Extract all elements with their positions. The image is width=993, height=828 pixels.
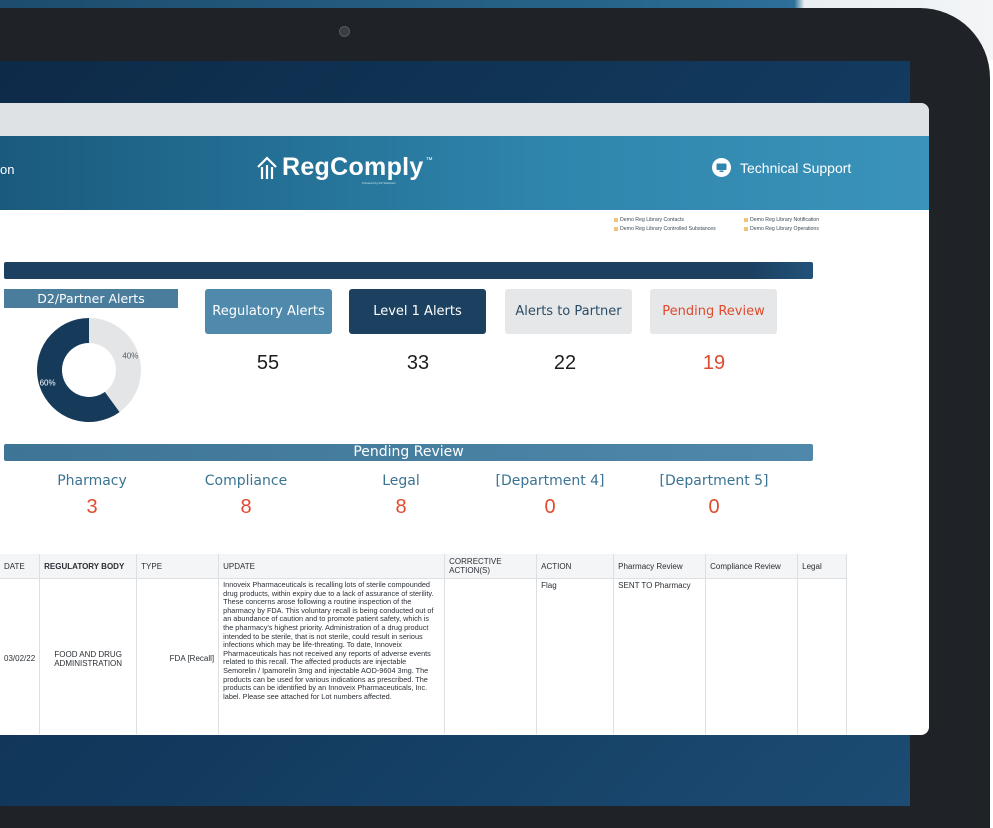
alerts-table-container: DATE REGULATORY BODY TYPE UPDATE CORRECT… bbox=[0, 554, 929, 734]
technical-support-link[interactable]: Technical Support bbox=[712, 158, 851, 177]
pending-review-count: 19 bbox=[702, 352, 726, 374]
column-header[interactable]: UPDATE bbox=[218, 554, 446, 579]
alerts-table: DATE REGULATORY BODY TYPE UPDATE CORRECT… bbox=[0, 554, 848, 734]
table-row[interactable]: 03/02/22 FOOD AND DRUG ADMINISTRATION FD… bbox=[0, 578, 848, 734]
column-header[interactable]: Compliance Review bbox=[705, 554, 799, 579]
technical-support-label: Technical Support bbox=[740, 159, 852, 176]
column-header[interactable]: TYPE bbox=[136, 554, 220, 579]
legend-swatch bbox=[744, 218, 748, 222]
column-header[interactable]: ACTION bbox=[536, 554, 615, 579]
regulatory-alerts-card[interactable]: Regulatory Alerts bbox=[205, 289, 332, 334]
logo-trademark: ™ bbox=[425, 157, 433, 164]
legend-swatch bbox=[744, 227, 748, 231]
legend-item[interactable]: Demo Reg Library Operations bbox=[744, 226, 819, 232]
legend-swatch bbox=[614, 218, 618, 222]
regulatory-alerts-count: 55 bbox=[256, 352, 280, 374]
pending-review-band: Pending Review bbox=[4, 444, 813, 461]
legend-item[interactable]: Demo Reg Library Controlled Substances bbox=[614, 226, 716, 232]
column-header[interactable]: CORRECTIVE ACTION(S) bbox=[444, 554, 538, 579]
d2-partner-alerts-donut: 40% 60% bbox=[37, 318, 142, 422]
department-label[interactable]: Legal bbox=[331, 473, 471, 489]
column-header[interactable]: REGULATORY BODY bbox=[39, 554, 138, 579]
compliance-review-cell bbox=[705, 578, 799, 734]
donut-slice-label: 60% bbox=[40, 379, 56, 388]
department-count: 3 bbox=[86, 496, 98, 518]
department-count: 0 bbox=[708, 496, 720, 518]
regcomply-logo[interactable]: RegComply ™ bbox=[256, 153, 433, 182]
d2-partner-alerts-tab[interactable]: D2/Partner Alerts bbox=[4, 289, 178, 308]
type-cell: FDA [Recall] bbox=[136, 578, 220, 734]
camera-icon bbox=[339, 26, 350, 37]
column-header[interactable]: Legal bbox=[797, 554, 848, 579]
update-cell: Innoveix Pharmaceuticals is recalling lo… bbox=[218, 578, 446, 734]
alerts-to-partner-count: 22 bbox=[553, 352, 577, 374]
department-label[interactable]: [Department 4] bbox=[480, 473, 620, 489]
department-count: 8 bbox=[395, 496, 407, 518]
level-1-alerts-count: 33 bbox=[406, 352, 430, 374]
regulatory-body-cell: FOOD AND DRUG ADMINISTRATION bbox=[39, 578, 138, 734]
level-1-alerts-card[interactable]: Level 1 Alerts bbox=[349, 289, 486, 334]
pending-review-title: Pending Review bbox=[353, 444, 464, 460]
date-cell: 03/02/22 bbox=[0, 578, 41, 734]
legend-label: Demo Reg Library Contacts bbox=[620, 217, 685, 223]
legend-item[interactable]: Demo Reg Library Contacts bbox=[614, 217, 684, 223]
legend-label: Demo Reg Library Operations bbox=[750, 226, 819, 232]
department-label[interactable]: [Department 5] bbox=[644, 473, 784, 489]
nav-item-partial[interactable]: on bbox=[0, 162, 14, 177]
column-header[interactable]: Pharmacy Review bbox=[613, 554, 707, 579]
department-count: 0 bbox=[544, 496, 556, 518]
logo-subtitle: Powered by D2 Solutions bbox=[362, 181, 396, 185]
donut-slice-label: 40% bbox=[122, 352, 138, 361]
department-label[interactable]: Compliance bbox=[176, 473, 316, 489]
logo-text: RegComply bbox=[282, 153, 424, 181]
department-label[interactable]: Pharmacy bbox=[22, 473, 162, 489]
dashboard-band bbox=[4, 262, 813, 279]
legend-label: Demo Reg Library Notification bbox=[750, 217, 820, 223]
action-cell[interactable]: Flag bbox=[536, 578, 615, 734]
pending-review-card[interactable]: Pending Review bbox=[650, 289, 777, 334]
corrective-action-cell bbox=[444, 578, 538, 734]
chat-icon bbox=[712, 158, 731, 177]
department-count: 8 bbox=[240, 496, 252, 518]
legend-item[interactable]: Demo Reg Library Notification bbox=[744, 217, 819, 223]
table-header-row: DATE REGULATORY BODY TYPE UPDATE CORRECT… bbox=[0, 554, 848, 579]
legal-cell bbox=[797, 578, 848, 734]
legend-swatch bbox=[614, 227, 618, 231]
pharmacy-review-cell: SENT TO Pharmacy bbox=[613, 578, 707, 734]
legend-label: Demo Reg Library Controlled Substances bbox=[620, 226, 716, 232]
browser-bar bbox=[0, 103, 929, 136]
logo-icon bbox=[257, 156, 277, 179]
alerts-to-partner-card[interactable]: Alerts to Partner bbox=[505, 289, 632, 334]
column-header[interactable]: DATE bbox=[0, 554, 41, 579]
